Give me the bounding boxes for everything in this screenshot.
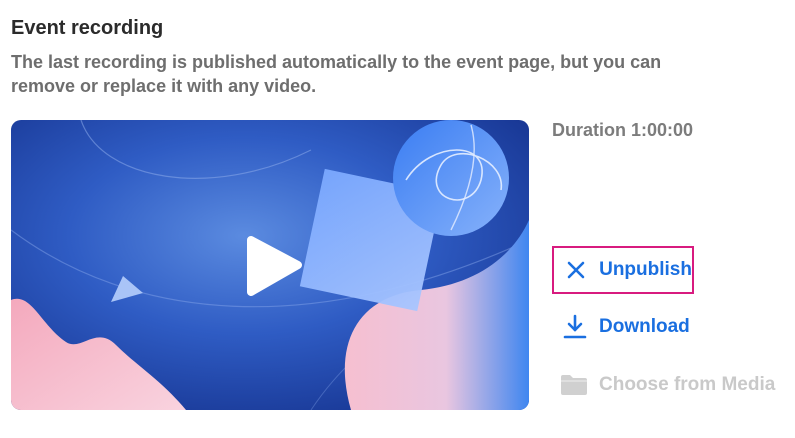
video-artwork: [11, 120, 529, 410]
duration-label: Duration 1:00:00: [552, 120, 694, 140]
folder-icon: [560, 372, 588, 398]
choose-label: Choose from Media: [599, 374, 776, 395]
download-label: Download: [599, 316, 690, 337]
choose-from-media-button[interactable]: Choose from Media: [560, 372, 775, 398]
unpublish-button[interactable]: Unpublish: [552, 246, 694, 294]
section-title: Event recording: [11, 17, 164, 39]
video-thumbnail[interactable]: [11, 120, 529, 410]
unpublish-label: Unpublish: [599, 259, 692, 280]
download-button[interactable]: Download: [562, 314, 690, 340]
close-icon: [564, 257, 588, 283]
section-description: The last recording is published automati…: [11, 52, 662, 96]
download-icon: [562, 314, 588, 340]
